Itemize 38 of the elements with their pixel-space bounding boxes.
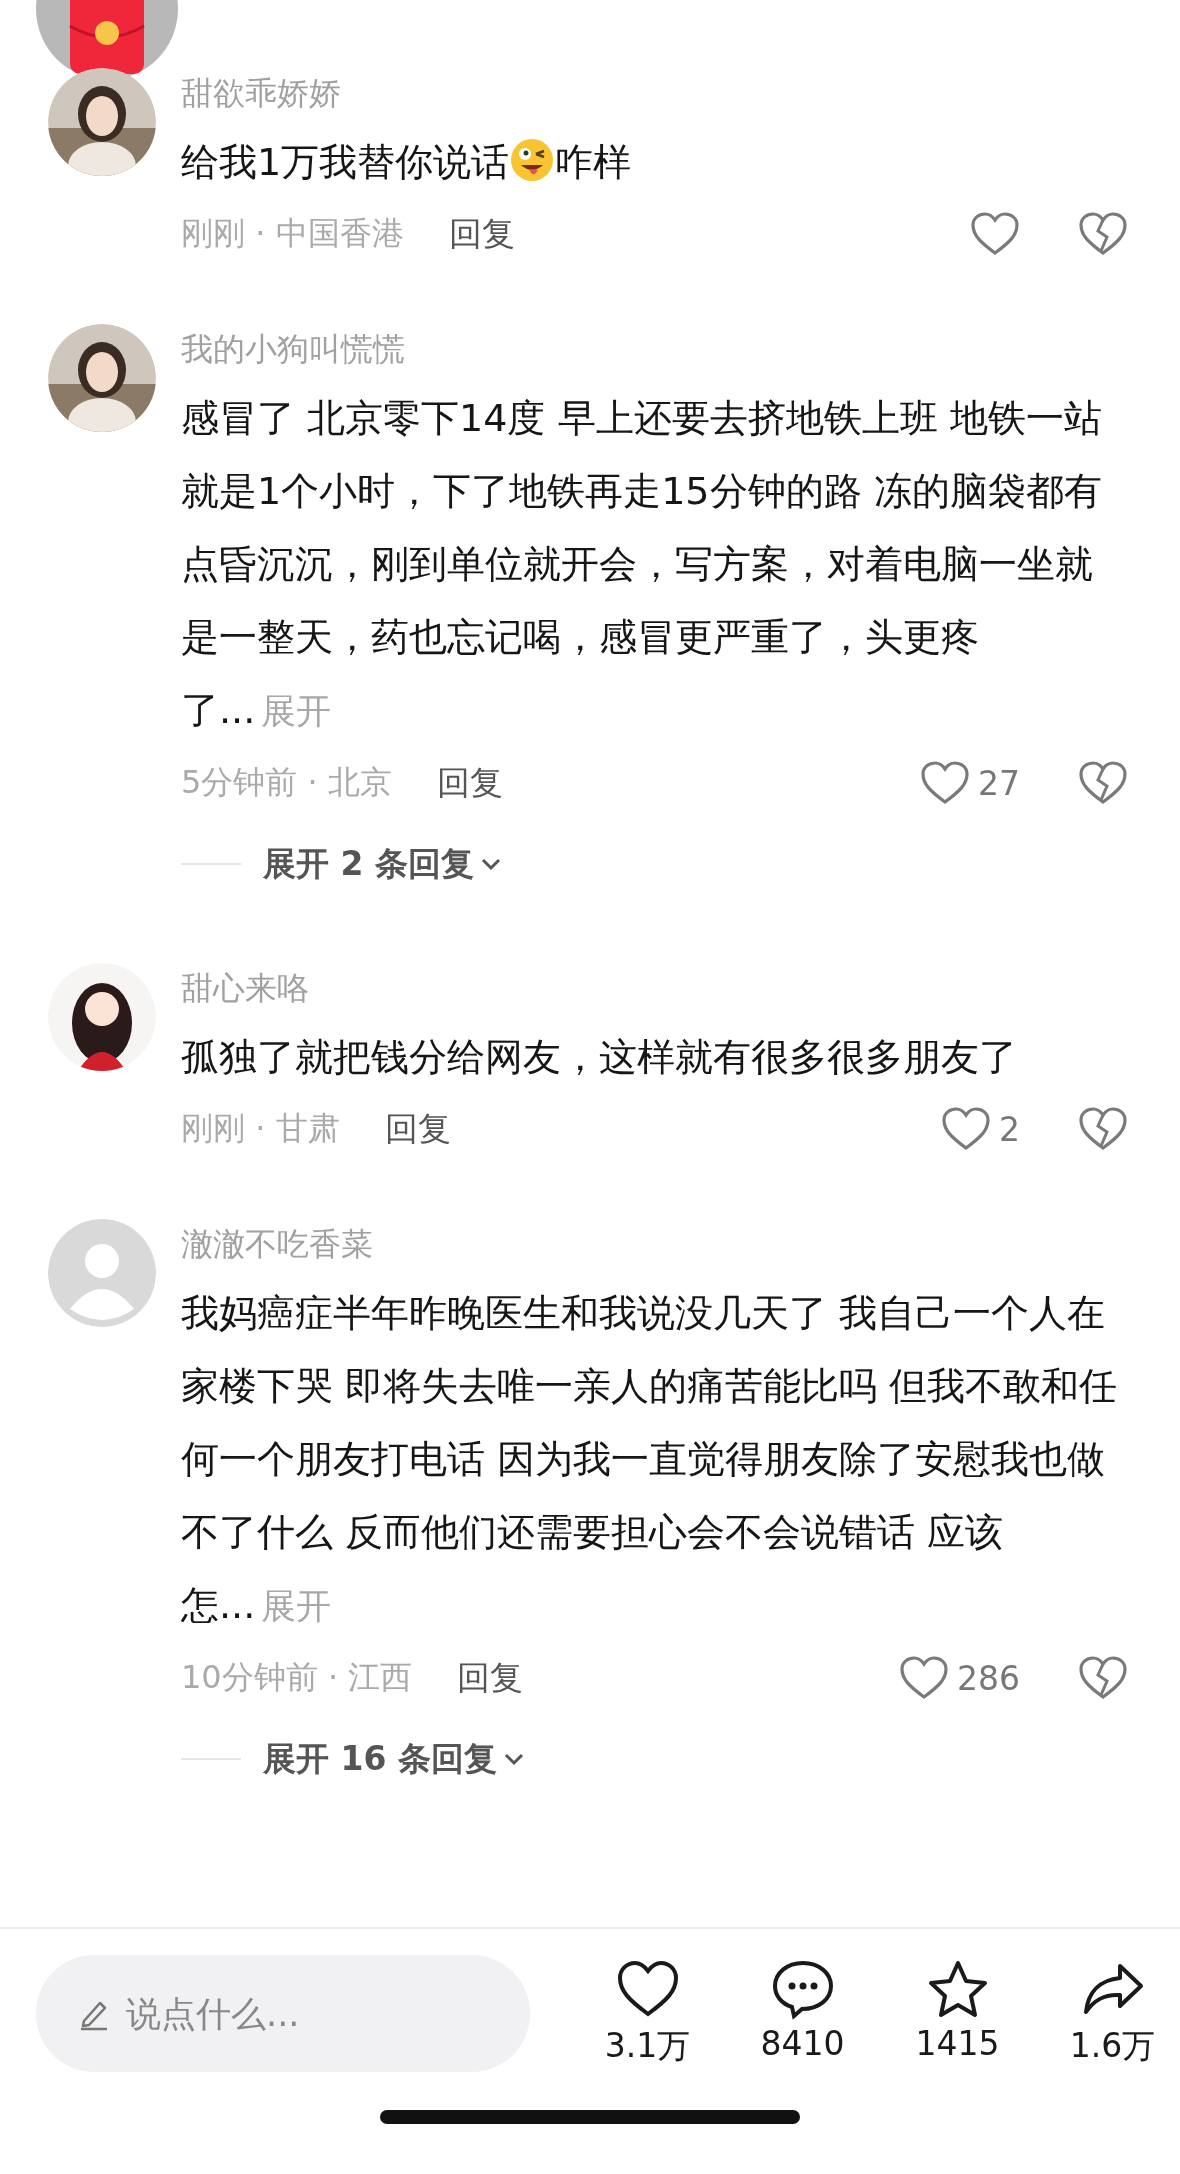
star-button[interactable]: 1415 (880, 1958, 1035, 2069)
comment-text: 给我1万我替你说话 咋样 (181, 126, 1121, 199)
timestamp: 5分钟前 · 北京 (181, 762, 392, 803)
comment-input[interactable]: 说点什么... (36, 1955, 530, 2072)
default-avatar-icon (48, 1219, 156, 1327)
count: 1.6万 (1069, 2025, 1156, 2067)
heart-icon[interactable] (970, 211, 1020, 257)
like-button[interactable]: 3.1万 (570, 1958, 725, 2069)
broken-heart-icon[interactable] (1078, 211, 1128, 257)
comment-button[interactable]: 8410 (725, 1958, 880, 2069)
timestamp: 刚刚 · 中国香港 (181, 213, 404, 254)
reply-link[interactable]: 回复 (436, 760, 503, 806)
comment-text: 我妈癌症半年昨晚医生和我说没几天了 我自己一个人在家楼下哭 即将失去唯一亲人的痛苦能比吗 但我不敢和任何一个朋友打电话 因为我一直觉得朋友除了安慰我也做不了什么 反而他们还需要担心会不会说错话 应该怎...展开 (181, 1290, 1119, 1629)
timestamp: 刚刚 · 甘肃 (181, 1108, 340, 1149)
heart-icon[interactable] (899, 1655, 949, 1701)
reply-link[interactable]: 回复 (384, 1106, 451, 1152)
emoji-icon (509, 137, 556, 183)
chevron-down-icon[interactable] (502, 1752, 525, 1766)
broken-heart-icon[interactable] (1078, 760, 1128, 806)
heart-icon[interactable] (941, 1106, 991, 1152)
like-count: 27 (978, 763, 1020, 803)
count: 1415 (915, 2024, 1000, 2063)
count: 3.1万 (604, 2025, 691, 2067)
heart-icon[interactable] (920, 760, 970, 806)
reply-link[interactable]: 回复 (448, 211, 515, 257)
chevron-down-icon[interactable] (479, 857, 502, 871)
share-button[interactable]: 1.6万 (1035, 1958, 1180, 2069)
broken-heart-icon[interactable] (1078, 1655, 1128, 1701)
comment-text: 感冒了 北京零下14度 早上还要去挤地铁上班 地铁一站就是1个小时，下了地铁再走15分钟的路 冻的脑袋都有点昏沉沉，刚到单位就开会，写方案，对着电脑一坐就是一整天，药也忘记喝，感冒更严重了，头更疼了...展开 (181, 395, 1103, 734)
like-count: 286 (957, 1658, 1020, 1698)
broken-heart-icon[interactable] (1078, 1106, 1128, 1152)
like-count: 2 (999, 1109, 1020, 1149)
timestamp: 10分钟前 · 江西 (181, 1657, 413, 1698)
expand-replies[interactable]: 展开 2 条回复 (263, 841, 502, 887)
reply-link[interactable]: 回复 (457, 1655, 524, 1701)
expand-replies[interactable]: 展开 16 条回复 (263, 1736, 525, 1782)
comment-text: 孤独了就把钱分给网友，这样就有很多很多朋友了 (181, 1034, 1018, 1081)
count: 8410 (760, 2024, 845, 2063)
